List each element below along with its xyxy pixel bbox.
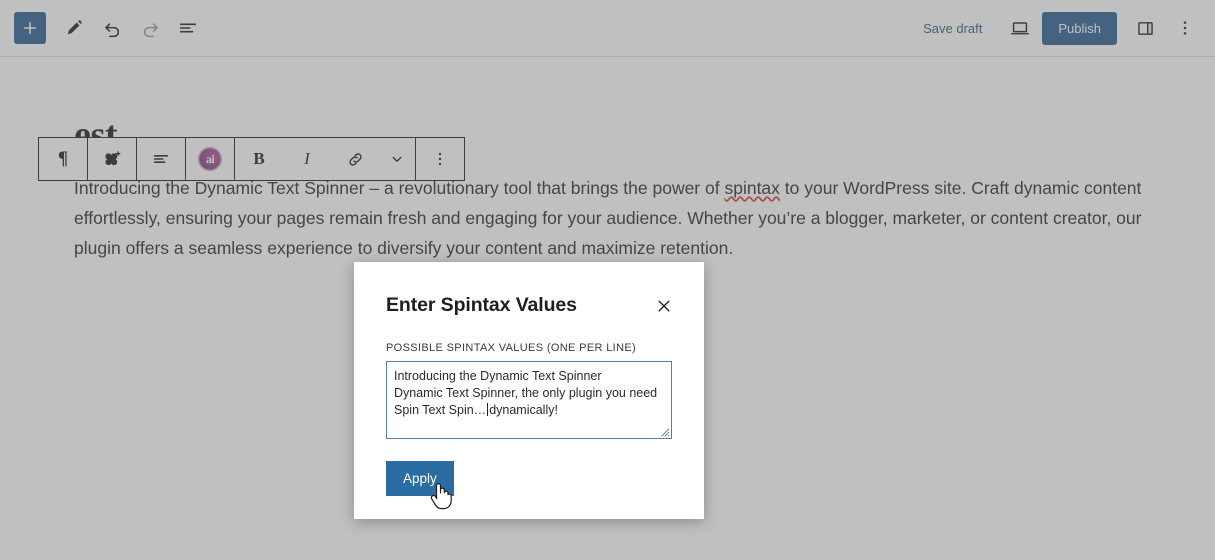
modal-title: Enter Spintax Values bbox=[386, 294, 577, 317]
spintax-values-input[interactable]: Introducing the Dynamic Text Spinner Dyn… bbox=[386, 361, 672, 439]
close-modal-button[interactable] bbox=[650, 292, 678, 320]
spintax-modal: Enter Spintax Values POSSIBLE SPINTAX VA… bbox=[354, 262, 704, 519]
spintax-textarea-wrapper: Introducing the Dynamic Text Spinner Dyn… bbox=[386, 361, 672, 439]
modal-header: Enter Spintax Values bbox=[386, 262, 672, 320]
apply-button[interactable]: Apply bbox=[386, 461, 454, 496]
close-icon bbox=[655, 297, 673, 315]
spintax-text-after-caret: dynamically! bbox=[489, 403, 558, 417]
spintax-field-label: POSSIBLE SPINTAX VALUES (ONE PER LINE) bbox=[386, 342, 672, 354]
